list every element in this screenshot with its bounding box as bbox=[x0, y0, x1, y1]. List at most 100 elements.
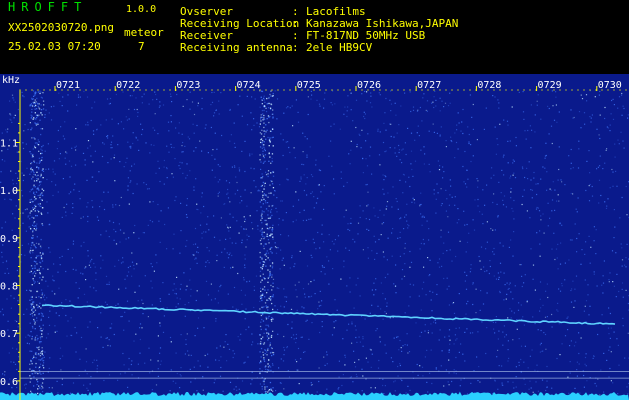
noise-speck bbox=[300, 336, 302, 338]
streak-speck bbox=[260, 114, 262, 116]
streak-speck bbox=[39, 372, 41, 374]
streak-speck bbox=[36, 171, 38, 173]
noise-speck bbox=[216, 347, 218, 349]
noise-speck bbox=[444, 336, 446, 338]
noise-speck bbox=[157, 375, 159, 377]
streak-speck bbox=[260, 177, 262, 179]
streak-speck bbox=[263, 247, 265, 250]
noise-speck bbox=[619, 217, 621, 219]
noise-speck bbox=[611, 250, 614, 252]
noise-speck bbox=[54, 325, 56, 327]
noise-speck bbox=[64, 157, 66, 159]
noise-speck bbox=[586, 160, 588, 162]
noise-speck bbox=[43, 356, 45, 358]
noise-speck bbox=[356, 375, 358, 378]
noise-speck bbox=[141, 128, 144, 131]
noise-speck bbox=[292, 221, 294, 223]
noise-speck bbox=[540, 215, 542, 217]
noise-speck bbox=[578, 233, 580, 235]
streak-speck bbox=[42, 168, 44, 170]
noise-speck bbox=[442, 177, 444, 179]
noise-speck bbox=[58, 158, 60, 160]
streak-speck bbox=[270, 103, 272, 105]
noise-speck bbox=[542, 213, 544, 215]
streak-speck bbox=[41, 169, 43, 171]
noise-speck bbox=[437, 192, 439, 194]
noise-speck bbox=[311, 256, 313, 259]
noise-speck bbox=[229, 252, 231, 254]
noise-speck bbox=[301, 163, 303, 165]
noise-speck bbox=[512, 210, 514, 212]
streak-speck bbox=[264, 296, 266, 298]
noise-speck bbox=[106, 337, 108, 339]
noise-speck bbox=[584, 279, 586, 281]
noise-speck bbox=[546, 171, 548, 173]
noise-speck bbox=[523, 282, 525, 284]
noise-speck bbox=[427, 391, 429, 393]
noise-speck bbox=[229, 237, 231, 239]
noise-speck bbox=[583, 310, 585, 312]
noise-speck bbox=[175, 306, 177, 308]
streak-speck bbox=[39, 363, 42, 365]
noise-speck bbox=[87, 326, 89, 328]
noise-speck bbox=[58, 287, 60, 289]
streak-speck bbox=[29, 218, 31, 220]
streak-speck bbox=[261, 90, 263, 92]
noise-speck bbox=[115, 93, 117, 96]
noise-speck bbox=[188, 354, 190, 356]
noise-speck bbox=[29, 271, 31, 273]
noise-speck bbox=[157, 133, 159, 135]
noise-speck bbox=[278, 367, 280, 369]
noise-speck bbox=[201, 150, 203, 152]
noise-speck bbox=[458, 293, 460, 295]
noise-speck bbox=[8, 272, 10, 274]
noise-speck bbox=[189, 368, 191, 370]
noise-speck bbox=[521, 285, 523, 288]
streak-speck bbox=[41, 156, 43, 159]
noise-speck bbox=[136, 263, 138, 265]
noise-speck bbox=[178, 165, 180, 167]
noise-speck bbox=[202, 376, 204, 378]
noise-speck bbox=[253, 168, 255, 170]
noise-speck bbox=[71, 212, 73, 214]
noise-speck bbox=[578, 332, 580, 334]
noise-speck bbox=[611, 99, 613, 102]
noise-speck bbox=[406, 220, 408, 222]
noise-speck bbox=[540, 329, 542, 332]
noise-speck bbox=[87, 147, 89, 149]
noise-speck bbox=[306, 194, 308, 196]
noise-speck bbox=[590, 121, 592, 123]
noise-speck bbox=[416, 132, 418, 134]
noise-speck bbox=[541, 379, 544, 381]
noise-speck bbox=[348, 249, 350, 251]
noise-speck bbox=[449, 92, 451, 94]
streak-speck bbox=[40, 159, 43, 161]
noise-speck bbox=[278, 287, 280, 289]
streak-speck bbox=[269, 130, 272, 132]
noise-speck bbox=[95, 272, 97, 274]
noise-speck bbox=[428, 239, 430, 241]
noise-speck bbox=[522, 111, 525, 113]
noise-speck bbox=[422, 375, 424, 377]
noise-speck bbox=[497, 272, 499, 274]
noise-speck bbox=[470, 268, 472, 270]
streak-speck bbox=[32, 98, 34, 100]
noise-speck bbox=[309, 146, 311, 148]
noise-speck bbox=[536, 193, 538, 196]
noise-speck bbox=[12, 213, 14, 215]
noise-speck bbox=[215, 359, 217, 361]
noise-speck bbox=[417, 125, 419, 127]
noise-speck bbox=[270, 208, 273, 211]
noise-speck bbox=[431, 102, 433, 104]
noise-speck bbox=[259, 383, 261, 385]
noise-speck bbox=[48, 316, 50, 318]
streak-speck bbox=[268, 297, 270, 299]
streak-speck bbox=[269, 299, 272, 301]
noise-speck bbox=[241, 242, 243, 244]
noise-speck bbox=[399, 364, 401, 367]
noise-speck bbox=[546, 316, 548, 318]
noise-speck bbox=[496, 203, 498, 205]
noise-speck bbox=[435, 322, 437, 324]
noise-speck bbox=[244, 258, 246, 260]
noise-speck bbox=[197, 317, 200, 319]
